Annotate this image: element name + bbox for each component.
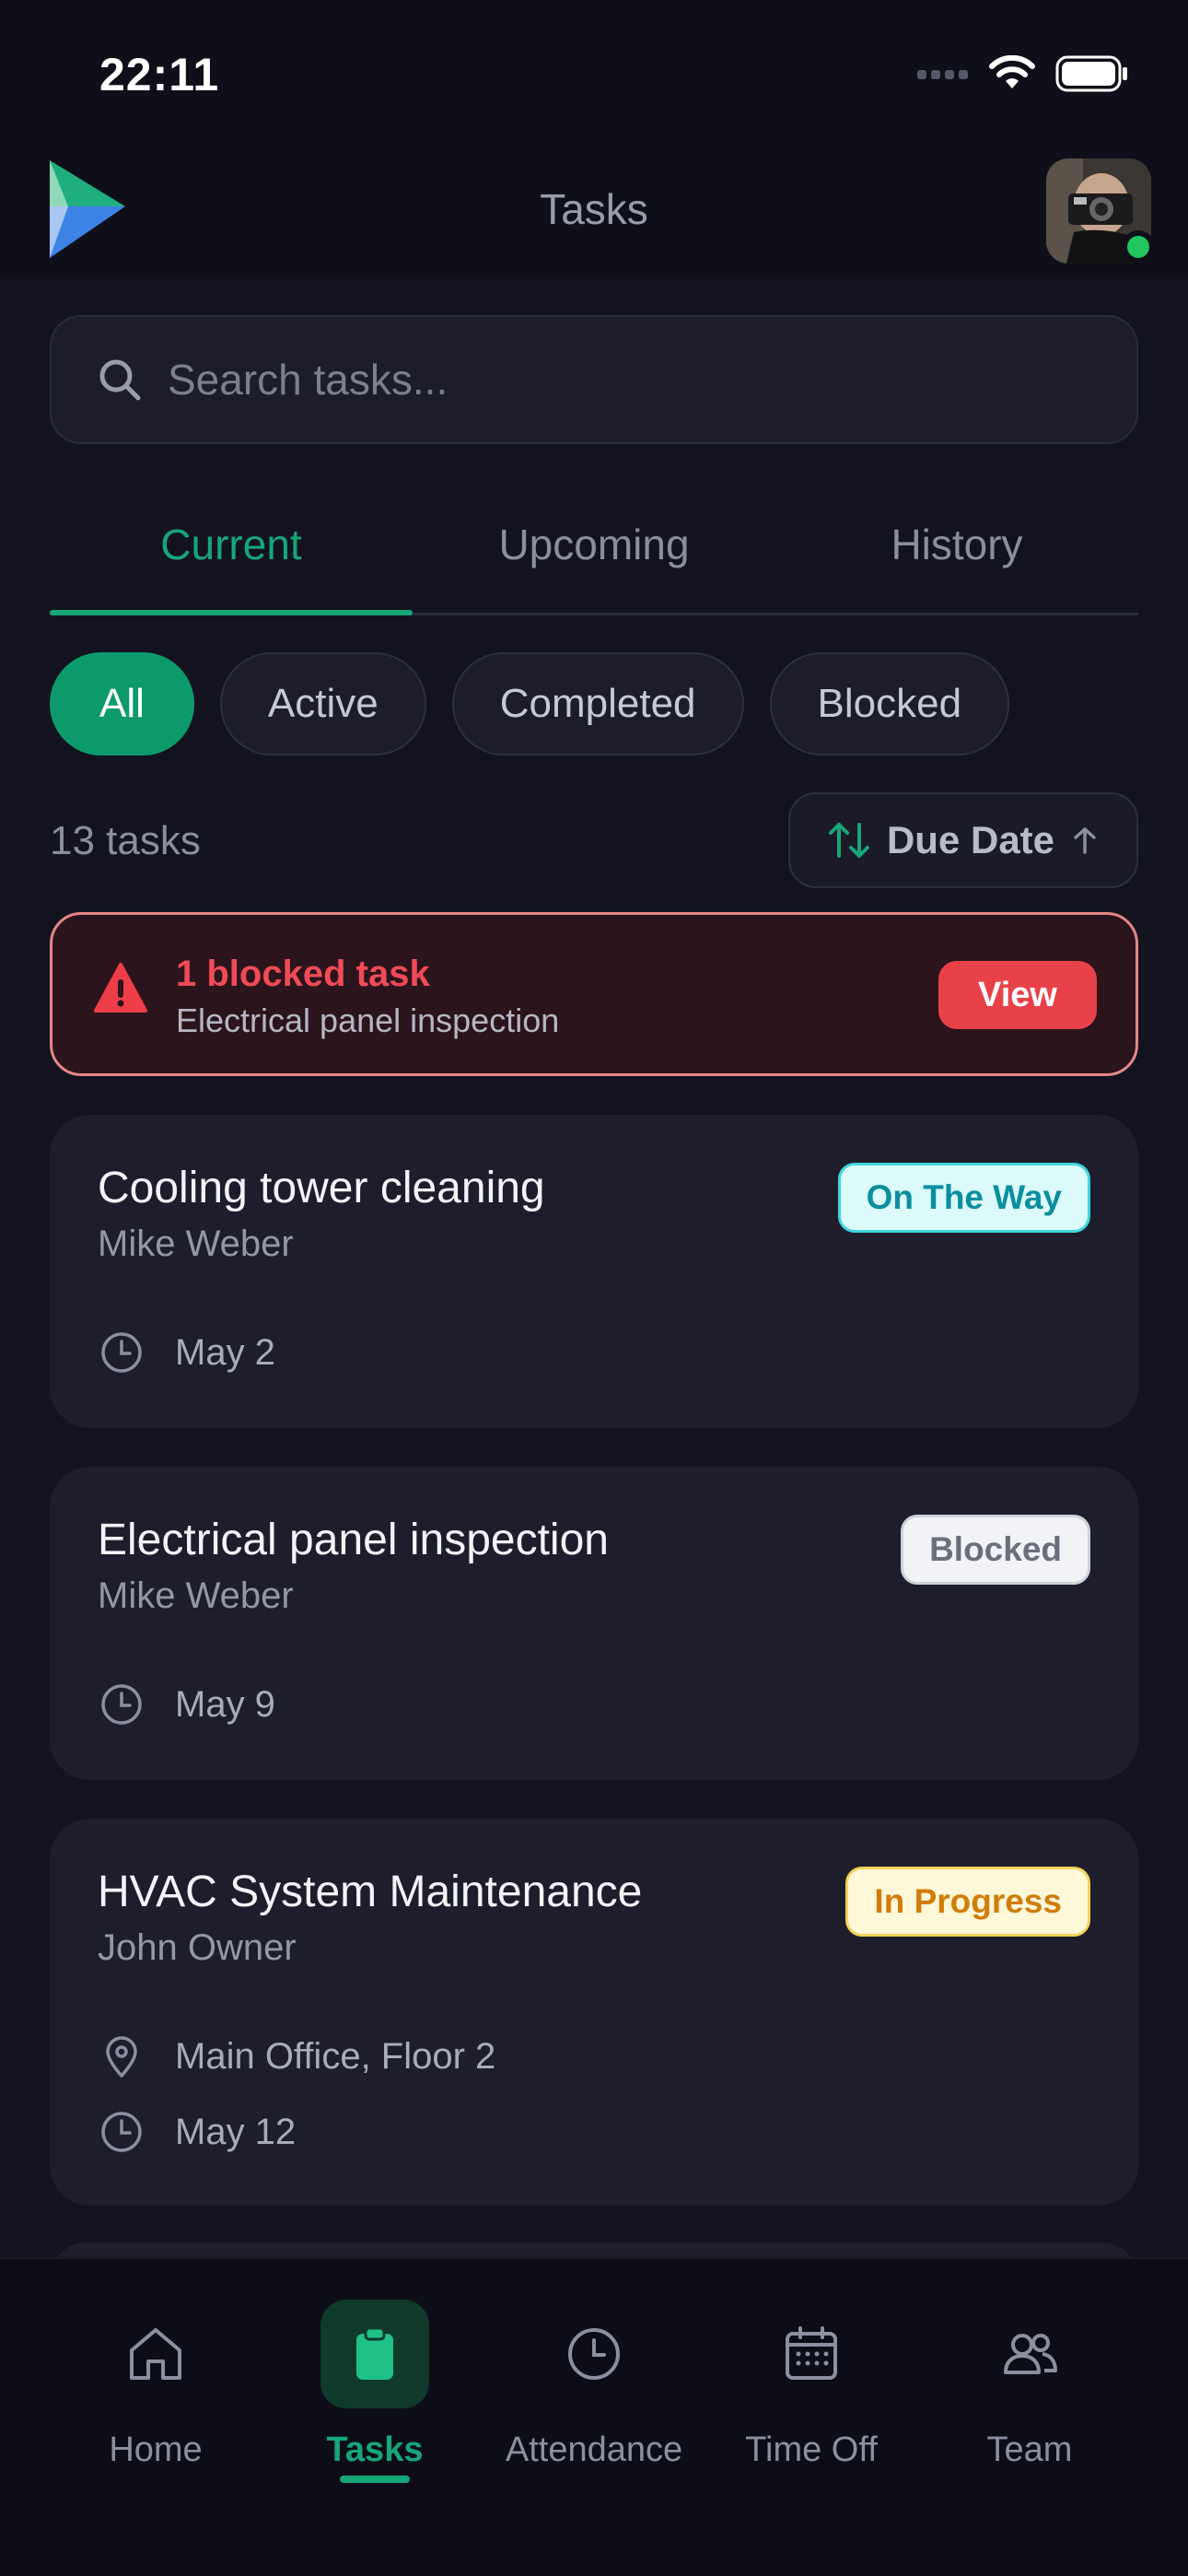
nav-label: Team bbox=[986, 2430, 1073, 2469]
task-tabs: Current Upcoming History bbox=[50, 498, 1138, 615]
blocked-task-alert: 1 blocked task Electrical panel inspecti… bbox=[50, 912, 1138, 1076]
task-due-date: May 12 bbox=[175, 2111, 297, 2152]
status-badge: In Progress bbox=[845, 1867, 1090, 1937]
map-pin-icon bbox=[106, 2036, 137, 2078]
sort-arrows-icon bbox=[828, 823, 869, 858]
filter-chips: All Active Completed Blocked bbox=[50, 652, 1010, 755]
search-bar[interactable] bbox=[50, 315, 1138, 444]
clock-icon bbox=[101, 1332, 142, 1373]
search-input[interactable] bbox=[168, 317, 1136, 442]
task-due-date: May 9 bbox=[175, 1683, 275, 1725]
wifi-icon bbox=[989, 55, 1035, 88]
task-assignee: Mike Weber bbox=[98, 1575, 294, 1616]
tab-history[interactable]: History bbox=[775, 498, 1138, 613]
status-time: 22:11 bbox=[99, 49, 220, 100]
app-header: Tasks bbox=[0, 147, 1188, 278]
clock-icon bbox=[568, 2328, 620, 2380]
task-title: Cooling tower cleaning bbox=[98, 1164, 545, 1212]
nav-time-off[interactable]: Time Off bbox=[703, 2300, 920, 2502]
task-title: Electrical panel inspection bbox=[98, 1516, 609, 1564]
team-icon bbox=[1004, 2334, 1057, 2374]
filter-all[interactable]: All bbox=[50, 652, 194, 755]
bottom-nav: Home Tasks Attendance Time Off Team bbox=[0, 2257, 1188, 2576]
status-bar: 22:11 bbox=[0, 0, 1188, 147]
cellular-signal-icon bbox=[917, 70, 968, 79]
task-assignee: Mike Weber bbox=[98, 1224, 294, 1264]
alert-subtitle: Electrical panel inspection bbox=[176, 1001, 560, 1039]
task-location: Main Office, Floor 2 bbox=[175, 2035, 496, 2077]
task-card[interactable]: HVAC System Maintenance John Owner In Pr… bbox=[50, 1819, 1138, 2206]
arrow-up-icon bbox=[1074, 827, 1096, 854]
battery-icon bbox=[1055, 55, 1127, 92]
task-due-row: May 12 bbox=[98, 2108, 296, 2156]
sort-button[interactable]: Due Date bbox=[788, 792, 1138, 888]
nav-label: Attendance bbox=[505, 2430, 683, 2469]
view-blocked-button[interactable]: View bbox=[938, 961, 1097, 1029]
search-icon bbox=[99, 359, 141, 401]
sort-label: Due Date bbox=[886, 818, 1055, 861]
filter-blocked[interactable]: Blocked bbox=[769, 652, 1010, 755]
task-location-row: Main Office, Floor 2 bbox=[98, 2032, 495, 2080]
tab-current[interactable]: Current bbox=[50, 498, 413, 615]
status-icons bbox=[917, 55, 1129, 92]
nav-team[interactable]: Team bbox=[921, 2300, 1138, 2502]
online-status-dot bbox=[1122, 230, 1155, 263]
filter-completed[interactable]: Completed bbox=[451, 652, 744, 755]
task-due-row: May 9 bbox=[98, 1680, 275, 1728]
active-tab-indicator bbox=[340, 2476, 410, 2483]
calendar-icon bbox=[786, 2326, 837, 2380]
tab-upcoming[interactable]: Upcoming bbox=[413, 498, 775, 613]
task-assignee: John Owner bbox=[98, 1927, 297, 1968]
warning-icon bbox=[94, 963, 147, 1013]
nav-label: Tasks bbox=[326, 2430, 424, 2469]
task-title: HVAC System Maintenance bbox=[98, 1868, 643, 1916]
filter-active[interactable]: Active bbox=[219, 652, 426, 755]
nav-attendance[interactable]: Attendance bbox=[485, 2300, 703, 2502]
page-title: Tasks bbox=[540, 185, 648, 233]
clipboard-icon bbox=[356, 2326, 393, 2380]
task-due-date: May 2 bbox=[175, 1331, 275, 1373]
nav-tasks[interactable]: Tasks bbox=[266, 2300, 483, 2502]
home-icon bbox=[130, 2328, 181, 2380]
nav-label: Time Off bbox=[745, 2430, 878, 2469]
task-card[interactable]: Electrical panel inspection Mike Weber B… bbox=[50, 1467, 1138, 1780]
task-due-row: May 2 bbox=[98, 1329, 275, 1376]
task-count: 13 tasks bbox=[50, 818, 201, 863]
status-badge: On The Way bbox=[837, 1163, 1090, 1233]
clock-icon bbox=[101, 1684, 142, 1725]
nav-home[interactable]: Home bbox=[47, 2300, 264, 2502]
status-badge: Blocked bbox=[901, 1515, 1090, 1585]
clock-icon bbox=[101, 2112, 142, 2152]
task-card[interactable]: Cooling tower cleaning Mike Weber On The… bbox=[50, 1115, 1138, 1428]
nav-label: Home bbox=[109, 2430, 203, 2469]
alert-title: 1 blocked task bbox=[176, 954, 430, 994]
